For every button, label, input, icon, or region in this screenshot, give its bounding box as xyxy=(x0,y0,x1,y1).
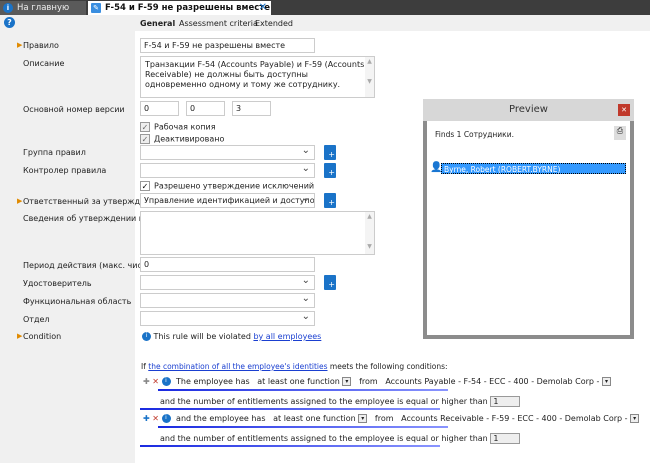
delete-icon[interactable]: ✕ xyxy=(152,414,159,423)
functional-area-select[interactable] xyxy=(140,293,315,308)
preview-titlebar[interactable]: Preview ✕ xyxy=(423,99,634,121)
controller-label: Контролер правила xyxy=(23,166,107,175)
add-icon[interactable]: ✚ xyxy=(143,377,150,386)
dropdown-icon[interactable]: ▾ xyxy=(630,414,640,423)
identities-link[interactable]: the combination of all the employee's id… xyxy=(148,362,327,371)
tab-rule[interactable]: ✎ F-54 и F-59 не разрешены вместе ✕ xyxy=(88,1,271,15)
preview-title: Preview xyxy=(509,104,548,115)
finds-count: Finds 1 Сотрудники. xyxy=(435,130,514,139)
subtab-assessment-criteria[interactable]: Assessment criteria xyxy=(179,19,258,28)
count-row-1: and the number of entitlements assigned … xyxy=(160,396,521,407)
checkbox-label: Рабочая копия xyxy=(154,122,216,132)
if-tail-text: meets the following conditions: xyxy=(327,362,448,371)
version-major-input[interactable]: 0 xyxy=(140,101,179,116)
functional-area-label: Функциональная область xyxy=(23,297,132,306)
department-select[interactable] xyxy=(140,311,315,326)
condition-row-1: ✚ ✕ i The employee has at least one func… xyxy=(143,377,611,386)
close-icon[interactable]: ✕ xyxy=(618,104,630,116)
close-icon[interactable]: ✕ xyxy=(259,1,267,15)
department-label: Отдел xyxy=(23,315,50,324)
add-icon[interactable]: ✚ xyxy=(143,414,150,423)
delete-icon[interactable]: ✕ xyxy=(152,377,159,386)
violation-info: i This rule will be violated by all empl… xyxy=(142,332,321,341)
find-icon[interactable]: ⎙ xyxy=(614,126,626,140)
period-input[interactable]: 0 xyxy=(140,257,315,272)
dropdown-icon[interactable]: ▾ xyxy=(358,414,368,423)
tab-bar: i На главную ✎ F-54 и F-59 не разрешены вм… xyxy=(0,0,650,15)
required-arrow-icon: ▶ xyxy=(17,197,23,205)
divider xyxy=(140,445,440,447)
approver-select[interactable]: Управление идентификацией и доступом\Ау xyxy=(140,193,315,208)
from-text: from xyxy=(374,414,394,423)
dropdown-icon[interactable]: ▾ xyxy=(342,377,352,386)
count-text: and the number of entitlements assigned … xyxy=(160,397,488,406)
dropdown-icon[interactable]: ▾ xyxy=(601,377,611,386)
scrollbar[interactable]: ▲ ▼ xyxy=(365,57,374,97)
preview-window: Preview ✕ Finds 1 Сотрудники. ⎙ 👤 Byrne, … xyxy=(423,99,634,339)
tab-label: На главную xyxy=(17,3,70,13)
condition-row-2: ✚ ✕ i and the employee has at least one … xyxy=(143,414,640,423)
result-item[interactable]: Byrne, Robert (ROBERT.BYRNE) xyxy=(441,163,626,174)
version-patch-input[interactable]: 3 xyxy=(232,101,271,116)
exceptions-allowed-checkbox[interactable]: ✓ Разрешено утверждение исключений xyxy=(140,181,314,191)
add-icon[interactable]: + xyxy=(324,163,336,178)
controller-select[interactable] xyxy=(140,163,315,178)
description-label: Описание xyxy=(23,59,65,68)
condition-lead: and the employee has xyxy=(176,414,266,423)
violation-text: This rule will be violated xyxy=(153,332,254,341)
certifier-label: Удостоверитель xyxy=(23,279,92,288)
edit-icon: ✎ xyxy=(91,3,101,13)
condition-lead: The employee has xyxy=(176,377,250,386)
info-icon[interactable]: i xyxy=(161,414,171,423)
mode-select[interactable]: at least one function xyxy=(257,377,340,386)
exception-info-textarea[interactable]: ▲ ▼ xyxy=(140,211,375,255)
subtab-general[interactable]: General xyxy=(140,19,175,28)
count-row-2: and the number of entitlements assigned … xyxy=(160,433,521,444)
count-input[interactable]: 1 xyxy=(490,433,521,444)
expand-arrow-icon: ▶ xyxy=(17,332,23,340)
condition-label: Condition xyxy=(23,332,62,341)
certifier-select[interactable] xyxy=(140,275,315,290)
add-icon[interactable]: + xyxy=(324,193,336,208)
divider xyxy=(158,389,448,391)
target-select[interactable]: Accounts Payable - F-54 - ECC - 400 - De… xyxy=(385,377,599,386)
label-column xyxy=(0,15,135,463)
add-icon[interactable]: + xyxy=(324,275,336,290)
checkbox-label: Деактивировано xyxy=(154,134,225,144)
help-icon[interactable]: ? xyxy=(4,17,15,28)
rule-input[interactable]: F-54 и F-59 не разрешены вместе xyxy=(140,38,315,53)
tab-label: F-54 и F-59 не разрешены вместе xyxy=(105,3,270,13)
working-copy-checkbox[interactable]: ✓ Рабочая копия xyxy=(140,122,216,132)
conditions-header: If the combination of all the employee's… xyxy=(141,362,448,371)
version-minor-input[interactable]: 0 xyxy=(186,101,225,116)
add-icon[interactable]: + xyxy=(324,145,336,160)
version-label: Основной номер версии xyxy=(23,105,125,114)
count-input[interactable]: 1 xyxy=(490,396,521,407)
group-select[interactable] xyxy=(140,145,315,160)
deactivated-checkbox[interactable]: ✓ Деактивировано xyxy=(140,134,224,144)
info-icon[interactable]: i xyxy=(161,377,171,386)
required-arrow-icon: ▶ xyxy=(17,41,23,49)
preview-body: Finds 1 Сотрудники. ⎙ 👤 Byrne, Robert (R… xyxy=(427,121,630,335)
checkbox-label: Разрешено утверждение исключений xyxy=(154,181,315,191)
count-text: and the number of entitlements assigned … xyxy=(160,434,488,443)
tab-home[interactable]: i На главную xyxy=(0,1,86,15)
divider xyxy=(140,408,440,410)
mode-select[interactable]: at least one function xyxy=(273,414,356,423)
info-icon: i xyxy=(142,332,151,341)
target-select[interactable]: Accounts Receivable - F-59 - ECC - 400 -… xyxy=(401,414,627,423)
group-label: Группа правил xyxy=(23,148,86,157)
info-icon: i xyxy=(3,3,13,13)
by-all-employees-link[interactable]: by all employees xyxy=(253,332,321,341)
from-text: from xyxy=(359,377,378,386)
description-textarea[interactable]: Транзакции F-54 (Accounts Payable) и F-5… xyxy=(140,56,375,98)
scrollbar[interactable]: ▲ ▼ xyxy=(365,212,374,254)
divider xyxy=(158,426,448,428)
rule-label: Правило xyxy=(23,41,59,50)
subtab-extended[interactable]: Extended xyxy=(255,19,293,28)
description-text: Транзакции F-54 (Accounts Payable) и F-5… xyxy=(145,60,365,89)
